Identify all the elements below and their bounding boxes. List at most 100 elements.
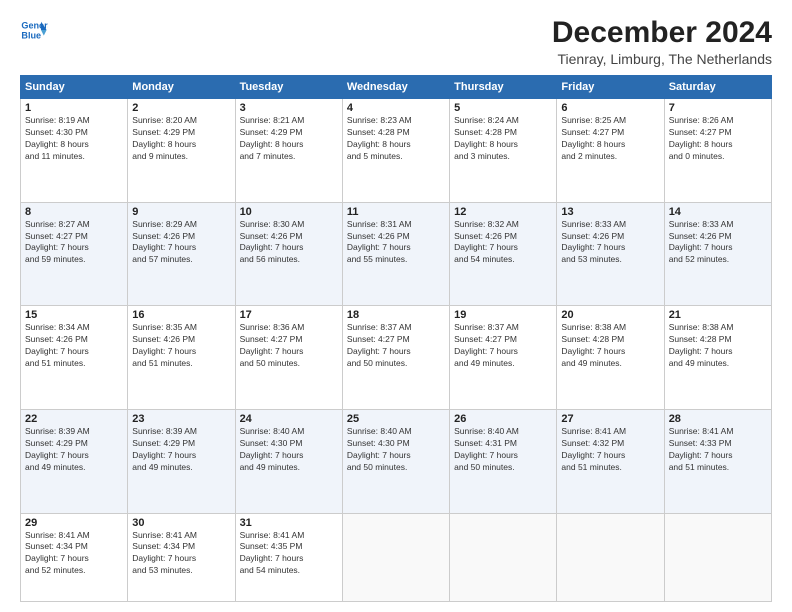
calendar-table: SundayMondayTuesdayWednesdayThursdayFrid… xyxy=(20,75,772,602)
day-info: Sunrise: 8:37 AM Sunset: 4:27 PM Dayligh… xyxy=(454,322,552,370)
day-info: Sunrise: 8:38 AM Sunset: 4:28 PM Dayligh… xyxy=(561,322,659,370)
svg-text:Blue: Blue xyxy=(21,30,41,40)
calendar-week-row: 29Sunrise: 8:41 AM Sunset: 4:34 PM Dayli… xyxy=(21,513,772,602)
day-number: 17 xyxy=(240,309,338,321)
calendar-week-row: 1Sunrise: 8:19 AM Sunset: 4:30 PM Daylig… xyxy=(21,99,772,203)
calendar-cell: 29Sunrise: 8:41 AM Sunset: 4:34 PM Dayli… xyxy=(21,513,128,602)
calendar-cell: 9Sunrise: 8:29 AM Sunset: 4:26 PM Daylig… xyxy=(128,202,235,306)
calendar-cell: 28Sunrise: 8:41 AM Sunset: 4:33 PM Dayli… xyxy=(664,409,771,513)
day-info: Sunrise: 8:29 AM Sunset: 4:26 PM Dayligh… xyxy=(132,219,230,267)
weekday-header: Friday xyxy=(557,76,664,99)
calendar-cell: 12Sunrise: 8:32 AM Sunset: 4:26 PM Dayli… xyxy=(450,202,557,306)
day-number: 7 xyxy=(669,102,767,114)
calendar-cell xyxy=(664,513,771,602)
weekday-header: Sunday xyxy=(21,76,128,99)
day-number: 20 xyxy=(561,309,659,321)
calendar-cell: 6Sunrise: 8:25 AM Sunset: 4:27 PM Daylig… xyxy=(557,99,664,203)
day-number: 3 xyxy=(240,102,338,114)
day-info: Sunrise: 8:35 AM Sunset: 4:26 PM Dayligh… xyxy=(132,322,230,370)
calendar-cell: 16Sunrise: 8:35 AM Sunset: 4:26 PM Dayli… xyxy=(128,306,235,410)
weekday-header: Monday xyxy=(128,76,235,99)
calendar-cell: 10Sunrise: 8:30 AM Sunset: 4:26 PM Dayli… xyxy=(235,202,342,306)
calendar-cell: 2Sunrise: 8:20 AM Sunset: 4:29 PM Daylig… xyxy=(128,99,235,203)
day-number: 22 xyxy=(25,413,123,425)
day-number: 31 xyxy=(240,517,338,529)
calendar-cell: 7Sunrise: 8:26 AM Sunset: 4:27 PM Daylig… xyxy=(664,99,771,203)
day-info: Sunrise: 8:36 AM Sunset: 4:27 PM Dayligh… xyxy=(240,322,338,370)
day-number: 15 xyxy=(25,309,123,321)
calendar-week-row: 8Sunrise: 8:27 AM Sunset: 4:27 PM Daylig… xyxy=(21,202,772,306)
calendar-cell: 3Sunrise: 8:21 AM Sunset: 4:29 PM Daylig… xyxy=(235,99,342,203)
day-info: Sunrise: 8:38 AM Sunset: 4:28 PM Dayligh… xyxy=(669,322,767,370)
day-number: 12 xyxy=(454,206,552,218)
calendar-cell: 8Sunrise: 8:27 AM Sunset: 4:27 PM Daylig… xyxy=(21,202,128,306)
calendar-cell: 22Sunrise: 8:39 AM Sunset: 4:29 PM Dayli… xyxy=(21,409,128,513)
calendar-cell: 14Sunrise: 8:33 AM Sunset: 4:26 PM Dayli… xyxy=(664,202,771,306)
calendar-cell: 5Sunrise: 8:24 AM Sunset: 4:28 PM Daylig… xyxy=(450,99,557,203)
day-info: Sunrise: 8:41 AM Sunset: 4:33 PM Dayligh… xyxy=(669,426,767,474)
day-number: 18 xyxy=(347,309,445,321)
calendar-cell: 19Sunrise: 8:37 AM Sunset: 4:27 PM Dayli… xyxy=(450,306,557,410)
calendar-cell: 18Sunrise: 8:37 AM Sunset: 4:27 PM Dayli… xyxy=(342,306,449,410)
day-info: Sunrise: 8:39 AM Sunset: 4:29 PM Dayligh… xyxy=(25,426,123,474)
day-info: Sunrise: 8:19 AM Sunset: 4:30 PM Dayligh… xyxy=(25,115,123,163)
calendar-cell: 15Sunrise: 8:34 AM Sunset: 4:26 PM Dayli… xyxy=(21,306,128,410)
day-info: Sunrise: 8:24 AM Sunset: 4:28 PM Dayligh… xyxy=(454,115,552,163)
calendar-cell: 17Sunrise: 8:36 AM Sunset: 4:27 PM Dayli… xyxy=(235,306,342,410)
calendar-cell: 13Sunrise: 8:33 AM Sunset: 4:26 PM Dayli… xyxy=(557,202,664,306)
day-number: 19 xyxy=(454,309,552,321)
day-info: Sunrise: 8:41 AM Sunset: 4:35 PM Dayligh… xyxy=(240,530,338,578)
day-info: Sunrise: 8:21 AM Sunset: 4:29 PM Dayligh… xyxy=(240,115,338,163)
day-info: Sunrise: 8:23 AM Sunset: 4:28 PM Dayligh… xyxy=(347,115,445,163)
calendar-cell xyxy=(450,513,557,602)
day-info: Sunrise: 8:32 AM Sunset: 4:26 PM Dayligh… xyxy=(454,219,552,267)
header: General Blue December 2024 Tienray, Limb… xyxy=(20,16,772,67)
logo: General Blue xyxy=(20,16,48,44)
day-number: 14 xyxy=(669,206,767,218)
calendar-cell: 11Sunrise: 8:31 AM Sunset: 4:26 PM Dayli… xyxy=(342,202,449,306)
calendar-cell: 31Sunrise: 8:41 AM Sunset: 4:35 PM Dayli… xyxy=(235,513,342,602)
day-info: Sunrise: 8:31 AM Sunset: 4:26 PM Dayligh… xyxy=(347,219,445,267)
day-info: Sunrise: 8:41 AM Sunset: 4:34 PM Dayligh… xyxy=(25,530,123,578)
calendar-cell xyxy=(342,513,449,602)
day-info: Sunrise: 8:37 AM Sunset: 4:27 PM Dayligh… xyxy=(347,322,445,370)
weekday-header: Saturday xyxy=(664,76,771,99)
day-number: 23 xyxy=(132,413,230,425)
day-number: 5 xyxy=(454,102,552,114)
calendar-week-row: 15Sunrise: 8:34 AM Sunset: 4:26 PM Dayli… xyxy=(21,306,772,410)
calendar-cell: 1Sunrise: 8:19 AM Sunset: 4:30 PM Daylig… xyxy=(21,99,128,203)
calendar-cell: 27Sunrise: 8:41 AM Sunset: 4:32 PM Dayli… xyxy=(557,409,664,513)
calendar-body: 1Sunrise: 8:19 AM Sunset: 4:30 PM Daylig… xyxy=(21,99,772,602)
page: General Blue December 2024 Tienray, Limb… xyxy=(0,0,792,612)
day-number: 4 xyxy=(347,102,445,114)
day-info: Sunrise: 8:25 AM Sunset: 4:27 PM Dayligh… xyxy=(561,115,659,163)
day-number: 1 xyxy=(25,102,123,114)
day-info: Sunrise: 8:40 AM Sunset: 4:30 PM Dayligh… xyxy=(347,426,445,474)
day-info: Sunrise: 8:39 AM Sunset: 4:29 PM Dayligh… xyxy=(132,426,230,474)
weekday-header: Tuesday xyxy=(235,76,342,99)
day-number: 30 xyxy=(132,517,230,529)
calendar-cell: 4Sunrise: 8:23 AM Sunset: 4:28 PM Daylig… xyxy=(342,99,449,203)
day-number: 26 xyxy=(454,413,552,425)
calendar-cell: 20Sunrise: 8:38 AM Sunset: 4:28 PM Dayli… xyxy=(557,306,664,410)
day-info: Sunrise: 8:40 AM Sunset: 4:31 PM Dayligh… xyxy=(454,426,552,474)
day-number: 16 xyxy=(132,309,230,321)
day-number: 29 xyxy=(25,517,123,529)
weekday-header: Wednesday xyxy=(342,76,449,99)
day-number: 6 xyxy=(561,102,659,114)
day-number: 2 xyxy=(132,102,230,114)
calendar-cell: 23Sunrise: 8:39 AM Sunset: 4:29 PM Dayli… xyxy=(128,409,235,513)
day-number: 10 xyxy=(240,206,338,218)
day-info: Sunrise: 8:30 AM Sunset: 4:26 PM Dayligh… xyxy=(240,219,338,267)
day-info: Sunrise: 8:20 AM Sunset: 4:29 PM Dayligh… xyxy=(132,115,230,163)
day-info: Sunrise: 8:41 AM Sunset: 4:34 PM Dayligh… xyxy=(132,530,230,578)
day-number: 25 xyxy=(347,413,445,425)
day-info: Sunrise: 8:26 AM Sunset: 4:27 PM Dayligh… xyxy=(669,115,767,163)
day-info: Sunrise: 8:40 AM Sunset: 4:30 PM Dayligh… xyxy=(240,426,338,474)
calendar-cell: 26Sunrise: 8:40 AM Sunset: 4:31 PM Dayli… xyxy=(450,409,557,513)
calendar-cell: 25Sunrise: 8:40 AM Sunset: 4:30 PM Dayli… xyxy=(342,409,449,513)
day-info: Sunrise: 8:33 AM Sunset: 4:26 PM Dayligh… xyxy=(669,219,767,267)
subtitle: Tienray, Limburg, The Netherlands xyxy=(552,51,772,67)
calendar-week-row: 22Sunrise: 8:39 AM Sunset: 4:29 PM Dayli… xyxy=(21,409,772,513)
day-number: 21 xyxy=(669,309,767,321)
